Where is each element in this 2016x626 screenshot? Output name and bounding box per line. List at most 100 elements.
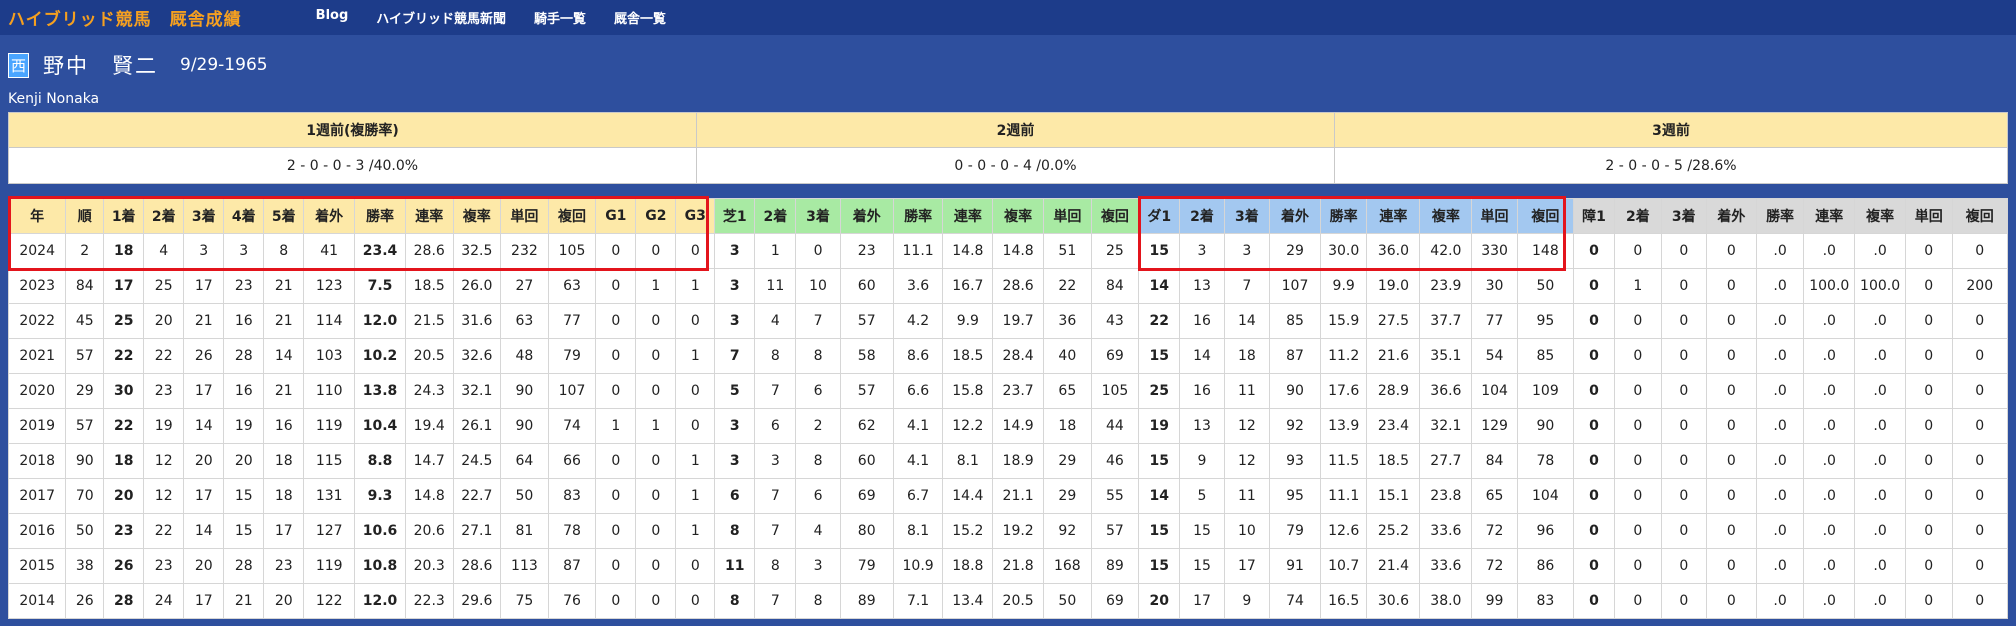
- col-header-dirt-quinella-rate: 連率: [1366, 198, 1421, 234]
- cell-jump-place-return: 0: [1951, 548, 2009, 584]
- cell-dirt-place-rate: 27.7: [1419, 443, 1473, 479]
- cell-turf-third: 8: [795, 583, 841, 619]
- cell-fifth: 18: [263, 443, 305, 479]
- cell-dirt-place-return: 78: [1516, 443, 1575, 479]
- cell-fifth: 23: [263, 548, 305, 584]
- stats-header-row: 年順 1着 2着 3着 4着 5着 着外 勝率 連率 複率 単回 複回 G1 G2 G3 芝1 2着 3着 着外 勝率…: [7, 198, 2009, 234]
- cell-win: 17: [103, 268, 145, 304]
- col-header-turf-quinella-rate: 連率: [942, 198, 994, 234]
- cell-dirt-place-return: 95: [1516, 303, 1575, 339]
- cell-unplaced: 115: [303, 443, 356, 479]
- col-header-second: 2着: [143, 198, 185, 234]
- cell-dirt-second: 17: [1179, 583, 1225, 619]
- cell-unplaced: 127: [303, 513, 356, 549]
- cell-dirt-place-return: 50: [1516, 268, 1575, 304]
- cell-dirt-quinella-rate: 28.9: [1366, 373, 1421, 409]
- cell-jump-win-return: 0: [1905, 583, 1953, 619]
- cell-jump-place-return: 0: [1951, 338, 2009, 374]
- cell-turf-third: 8: [795, 338, 841, 374]
- nav-link-blog[interactable]: Blog: [316, 8, 349, 27]
- cell-dirt-quinella-rate: 30.6: [1366, 583, 1421, 619]
- cell-win: 23: [103, 513, 145, 549]
- cell-jump-win-rate: .0: [1755, 303, 1805, 339]
- cell-jump-win-rate: .0: [1755, 338, 1805, 374]
- cell-dirt-place-rate: 33.6: [1419, 548, 1473, 584]
- cell-turf-win-rate: 8.6: [892, 338, 944, 374]
- cell-turf-win-return: 22: [1043, 268, 1092, 304]
- cell-unplaced: 110: [303, 373, 356, 409]
- col-header-turf-third: 3着: [795, 198, 841, 234]
- col-header-jump-quinella-rate: 連率: [1803, 198, 1856, 234]
- cell-jump-place-return: 0: [1951, 513, 2009, 549]
- cell-dirt-win-return: 330: [1471, 233, 1518, 269]
- cell-turf-quinella-rate: 18.8: [942, 548, 994, 584]
- cell-turf-third: 3: [795, 548, 841, 584]
- cell-fifth: 20: [263, 583, 305, 619]
- cell-dirt-third: 18: [1223, 338, 1271, 374]
- cell-dirt-win: 20: [1138, 583, 1181, 619]
- col-header-turf-place-rate: 複率: [992, 198, 1045, 234]
- cell-turf-third: 7: [795, 303, 841, 339]
- cell-place-return: 63: [547, 268, 597, 304]
- cell-jump-win: 0: [1572, 478, 1616, 514]
- cell-place-rate: 28.6: [452, 548, 502, 584]
- cell-turf-third: 2: [795, 408, 841, 444]
- cell-unplaced: 131: [303, 478, 356, 514]
- cell-jump-win-rate: .0: [1755, 513, 1805, 549]
- nav-link-jockeys[interactable]: 騎手一覧: [534, 8, 586, 27]
- cell-unplaced: 103: [303, 338, 356, 374]
- cell-g3: 0: [675, 583, 716, 619]
- cell-dirt-third: 12: [1223, 408, 1271, 444]
- cell-dirt-quinella-rate: 15.1: [1366, 478, 1421, 514]
- cell-dirt-third: 3: [1223, 233, 1271, 269]
- cell-g2: 0: [635, 513, 677, 549]
- cell-dirt-place-rate: 37.7: [1419, 303, 1473, 339]
- cell-year: 2021: [7, 338, 67, 374]
- cell-rank: 29: [65, 373, 105, 409]
- cell-dirt-win-rate: 11.2: [1319, 338, 1368, 374]
- cell-jump-place-rate: .0: [1854, 338, 1907, 374]
- cell-turf-quinella-rate: 15.2: [942, 513, 994, 549]
- cell-dirt-place-rate: 38.0: [1419, 583, 1473, 619]
- cell-turf-place-return: 46: [1090, 443, 1140, 479]
- cell-dirt-unplaced: 91: [1269, 548, 1321, 584]
- cell-jump-quinella-rate: .0: [1803, 583, 1856, 619]
- nav-link-stables[interactable]: 厩舎一覧: [614, 8, 666, 27]
- nav-links: Blog ハイブリッド競馬新聞 騎手一覧 厩舎一覧: [316, 8, 694, 27]
- cell-g2: 0: [635, 338, 677, 374]
- site-brand[interactable]: ハイブリッド競馬 厩舎成績: [8, 5, 242, 30]
- cell-turf-quinella-rate: 13.4: [942, 583, 994, 619]
- cell-dirt-win-return: 129: [1471, 408, 1518, 444]
- cell-year: 2023: [7, 268, 67, 304]
- cell-win-rate: 10.6: [354, 513, 406, 549]
- cell-place-return: 77: [547, 303, 597, 339]
- cell-turf-second: 4: [754, 303, 797, 339]
- navbar: ハイブリッド競馬 厩舎成績 Blog ハイブリッド競馬新聞 騎手一覧 厩舎一覧: [0, 0, 2016, 35]
- cell-year: 2016: [7, 513, 67, 549]
- cell-fifth: 21: [263, 268, 305, 304]
- cell-g3: 0: [675, 233, 716, 269]
- cell-win-rate: 10.4: [354, 408, 406, 444]
- table-row: 2021 57 22 22 26 28 14 103 10.2 20.5 32.6 48 79 0 0 1 7 8…: [7, 338, 2009, 374]
- cell-jump-win-return: 0: [1905, 268, 1953, 304]
- cell-dirt-quinella-rate: 18.5: [1366, 443, 1421, 479]
- cell-quinella-rate: 20.3: [404, 548, 454, 584]
- cell-fourth: 21: [223, 583, 265, 619]
- cell-g2: 0: [635, 548, 677, 584]
- affiliation-badge: 西: [8, 52, 29, 78]
- cell-jump-place-rate: .0: [1854, 408, 1907, 444]
- cell-dirt-second: 13: [1179, 268, 1225, 304]
- cell-win-rate: 8.8: [354, 443, 406, 479]
- cell-win-return: 48: [500, 338, 549, 374]
- yearly-stats-table: 年順 1着 2着 3着 4着 5着 着外 勝率 連率 複率 単回 複回 G1 G2 G3 芝1 2着 3着 着外 勝率…: [7, 198, 2009, 619]
- cell-turf-win-rate: 11.1: [892, 233, 944, 269]
- cell-jump-quinella-rate: .0: [1803, 408, 1856, 444]
- cell-fourth: 28: [223, 548, 265, 584]
- cell-turf-second: 11: [754, 268, 797, 304]
- cell-jump-unplaced: 0: [1706, 233, 1757, 269]
- nav-link-newspaper[interactable]: ハイブリッド競馬新聞: [376, 8, 506, 27]
- cell-turf-second: 1: [754, 233, 797, 269]
- cell-dirt-win: 15: [1138, 548, 1181, 584]
- cell-turf-win-return: 65: [1043, 373, 1092, 409]
- cell-jump-win-rate: .0: [1755, 408, 1805, 444]
